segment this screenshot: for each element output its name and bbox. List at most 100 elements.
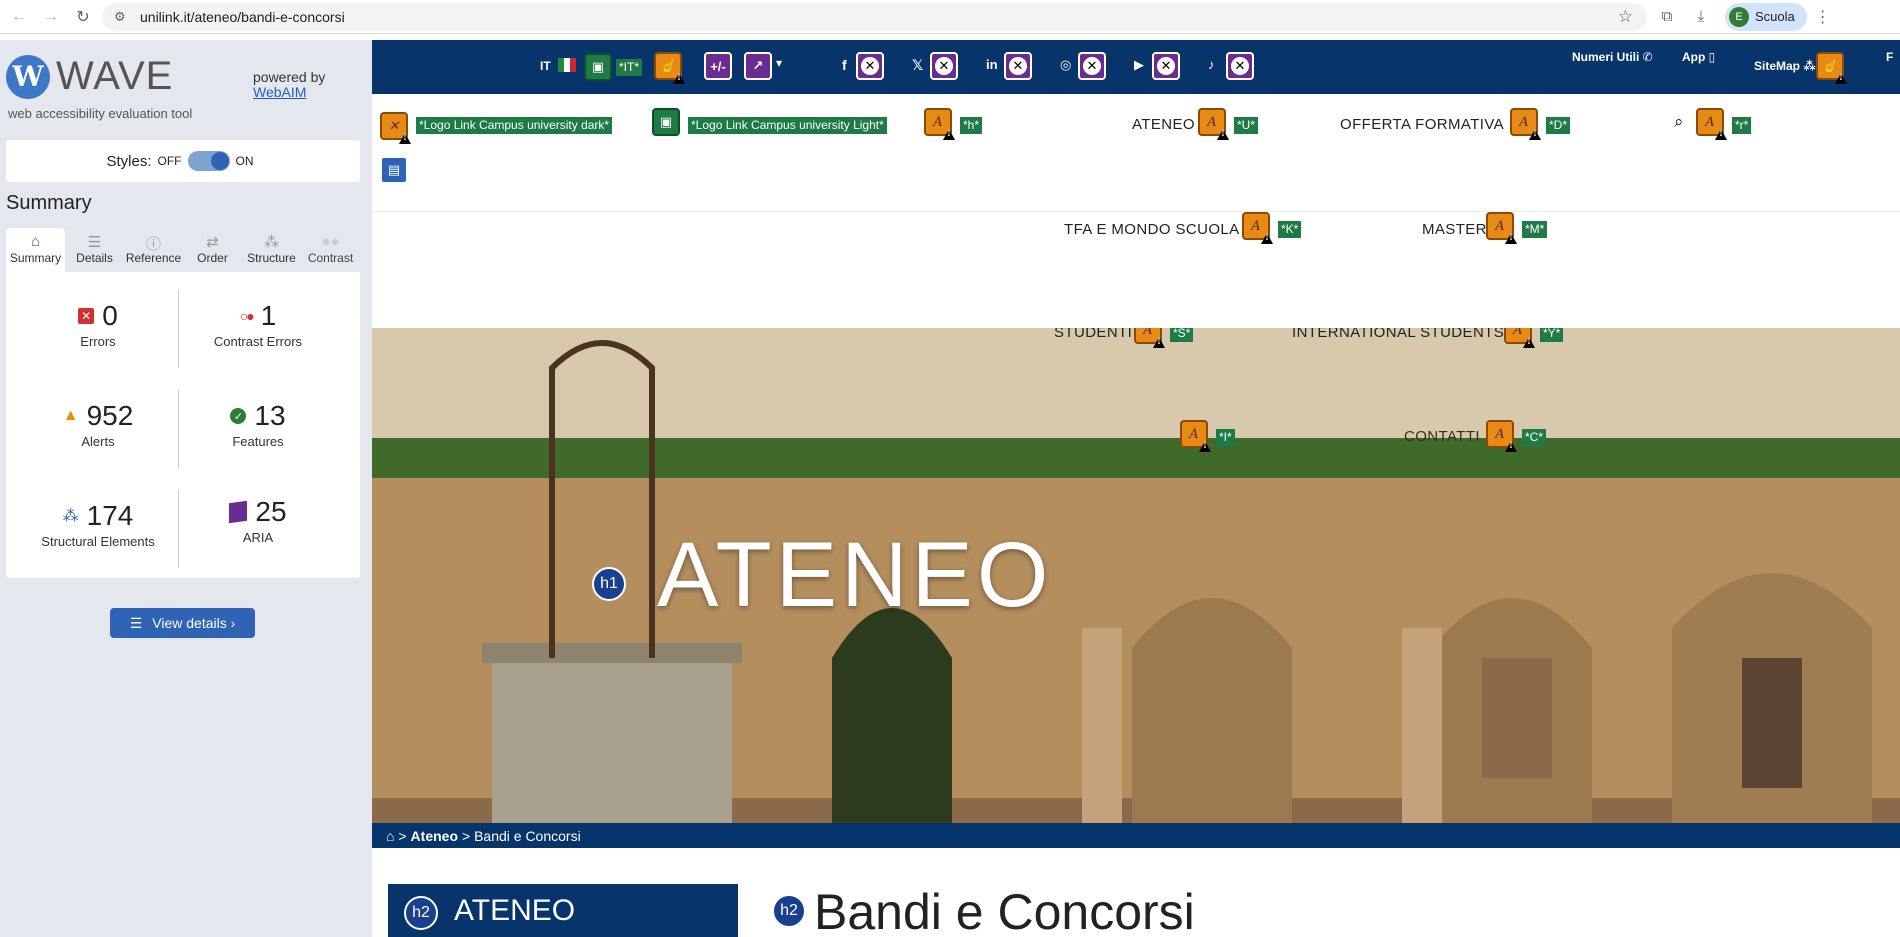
alert-icon: ☝ <box>654 52 682 80</box>
site-topbar: IT ▣ *U* *IT* ☝ +/- ↗ ▾ f ✕ 𝕏 ✕ in ✕ ◎ ✕… <box>372 40 1900 94</box>
alert-icon: ▲ <box>62 407 79 424</box>
site-info-icon[interactable]: ⚙ <box>114 9 130 25</box>
avatar: E <box>1729 6 1749 27</box>
wave-logo-icon: W <box>6 54 50 99</box>
facebook-icon[interactable]: f <box>842 57 847 73</box>
stat-features[interactable]: ✓ 13 Features <box>178 400 338 449</box>
stat-alerts[interactable]: ▲ 952 Alerts <box>18 400 178 449</box>
powered-by: powered by WebAIM <box>253 70 325 100</box>
instagram-icon[interactable]: ◎ <box>1060 57 1071 73</box>
numeri-utili-link[interactable]: Numeri Utili ✆ <box>1572 50 1653 64</box>
image-icon: ▣ <box>652 108 680 136</box>
sitemap-link[interactable]: SiteMap ⁂ <box>1754 59 1816 73</box>
alt-tag-c: *C* <box>1522 429 1547 446</box>
alt-tag-y: *Y* <box>1540 328 1564 342</box>
lang-label[interactable]: IT <box>540 59 551 73</box>
browser-menu-icon[interactable]: ⋮ <box>1815 7 1831 27</box>
error-empty-link-icon: ✕ <box>856 52 884 80</box>
contrast-error-icon: ○● <box>239 308 255 324</box>
hero-title: ATENEO <box>657 524 1053 626</box>
address-bar[interactable]: ⚙ unilink.it/ateneo/bandi-e-concorsi ☆ <box>102 2 1647 31</box>
alert-icon: A <box>1180 420 1208 448</box>
order-icon: ⇄ <box>206 234 219 251</box>
aria-popup-icon: ↗ <box>744 52 772 80</box>
x-twitter-icon[interactable]: 𝕏 <box>912 57 923 74</box>
wave-tagline: web accessibility evaluation tool <box>8 106 193 121</box>
error-empty-link-icon: ✕ <box>1152 52 1180 80</box>
nav-international-students[interactable]: INTERNATIONAL STUDENTS <box>1292 328 1504 341</box>
alt-tag-d: *D* <box>1546 117 1571 134</box>
app-link[interactable]: App ▯ <box>1682 50 1715 64</box>
alt-tag-h: *h* <box>960 117 983 134</box>
image-icon: ▣ <box>584 53 612 81</box>
forward-icon[interactable]: → <box>38 4 64 30</box>
tab-details[interactable]: ☰ Details <box>65 228 124 272</box>
h1-badge: h1 <box>592 567 626 601</box>
tab-structure[interactable]: ⁂ Structure <box>242 228 301 272</box>
wave-tabs: ⌂ Summary ☰ Details ⓘ Reference ⇄ Order ⁂ Str… <box>6 228 360 272</box>
chevron-down-icon[interactable]: ▾ <box>776 56 782 70</box>
styles-toggle[interactable] <box>187 151 230 171</box>
topbar-cut-item[interactable]: F <box>1886 50 1893 64</box>
nav-ateneo[interactable]: ATENEO <box>1132 116 1195 133</box>
nav-master[interactable]: MASTER <box>1422 221 1487 238</box>
lang-alt-tag: *IT* <box>616 59 643 76</box>
nav-contatti[interactable]: CONTATTI <box>1404 428 1480 445</box>
youtube-icon[interactable]: ▶ <box>1134 57 1144 73</box>
nav-studenti[interactable]: STUDENTI <box>1054 328 1132 341</box>
download-icon[interactable]: ⤓ <box>1687 3 1715 31</box>
tab-summary[interactable]: ⌂ Summary <box>6 228 65 272</box>
breadcrumb-ateneo[interactable]: Ateneo <box>411 828 458 844</box>
wave-brand: W WAVE <box>6 54 173 99</box>
alt-tag-u: *U* <box>1234 117 1259 134</box>
h2-badge: h2 <box>772 894 806 928</box>
nav-tfa[interactable]: TFA E MONDO SCUOLA <box>1064 221 1240 238</box>
breadcrumb: ⌂ > Ateneo > Bandi e Concorsi <box>372 823 1900 848</box>
breadcrumb-sep: > <box>398 827 407 844</box>
styles-toggle-box: Styles: OFF ON <box>6 140 360 182</box>
styles-label: Styles: <box>106 152 152 170</box>
reload-icon[interactable]: ↻ <box>70 4 96 30</box>
breadcrumb-current: Bandi e Concorsi <box>474 827 581 844</box>
sidebar-title: ATENEO <box>454 894 576 927</box>
tiktok-icon[interactable]: ♪ <box>1208 57 1215 72</box>
hero-banner: STUDENTI A *S* INTERNATIONAL STUDENTS A … <box>372 328 1900 823</box>
contrast-icon: ●● <box>321 233 340 250</box>
profile-button[interactable]: E Scuola <box>1725 2 1807 31</box>
profile-name: Scuola <box>1755 9 1795 24</box>
broken-image-alert-icon: ✕ <box>380 112 408 140</box>
styles-off-label: OFF <box>157 154 182 168</box>
alt-tag-k: *K* <box>1278 221 1302 238</box>
error-empty-link-icon: ✕ <box>1004 52 1032 80</box>
styles-on-label: ON <box>235 154 254 168</box>
tab-order[interactable]: ⇄ Order <box>183 228 242 272</box>
stat-contrast-errors[interactable]: ○● 1 Contrast Errors <box>178 300 338 349</box>
sidebar-heading-box: h2 ATENEO <box>388 884 738 937</box>
tab-contrast[interactable]: ●● Contrast <box>301 228 360 272</box>
error-empty-link-icon: ✕ <box>1078 52 1106 80</box>
tab-reference[interactable]: ⓘ Reference <box>124 228 183 272</box>
url-text: unilink.it/ateneo/bandi-e-concorsi <box>140 8 345 25</box>
aria-icon <box>229 500 248 524</box>
bookmark-star-icon[interactable]: ☆ <box>1618 7 1633 27</box>
stat-errors[interactable]: ✕ 0 Errors <box>18 300 178 349</box>
error-empty-link-icon: ✕ <box>1226 52 1254 80</box>
nav-offerta-formativa[interactable]: OFFERTA FORMATIVA <box>1340 116 1504 133</box>
home-icon[interactable]: ⌂ <box>386 828 394 844</box>
info-icon: ⓘ <box>145 236 161 253</box>
error-icon: ✕ <box>78 308 95 324</box>
extensions-puzzle-icon[interactable]: ⧉ <box>1653 3 1681 31</box>
logo-dark-alt: *Logo Link Campus university dark* <box>416 117 613 134</box>
list-icon: ☰ <box>87 234 102 251</box>
webaim-link[interactable]: WebAIM <box>253 84 306 100</box>
site-header: ✕ ▤ *Logo Link Campus university dark* ▣… <box>372 94 1900 240</box>
stat-structural[interactable]: ⁂ 174 Structural Elements <box>18 500 178 549</box>
logo-light-alt: *Logo Link Campus university Light* <box>688 117 887 134</box>
search-icon[interactable]: ⌕ <box>1674 112 1684 132</box>
view-details-button[interactable]: ☰ View details › <box>110 608 255 638</box>
page-title: Bandi e Concorsi <box>814 884 1195 937</box>
italian-flag-icon <box>558 58 576 72</box>
back-icon[interactable]: ← <box>6 4 32 30</box>
stat-aria[interactable]: 25 ARIA <box>178 496 338 545</box>
linkedin-icon[interactable]: in <box>986 57 998 72</box>
